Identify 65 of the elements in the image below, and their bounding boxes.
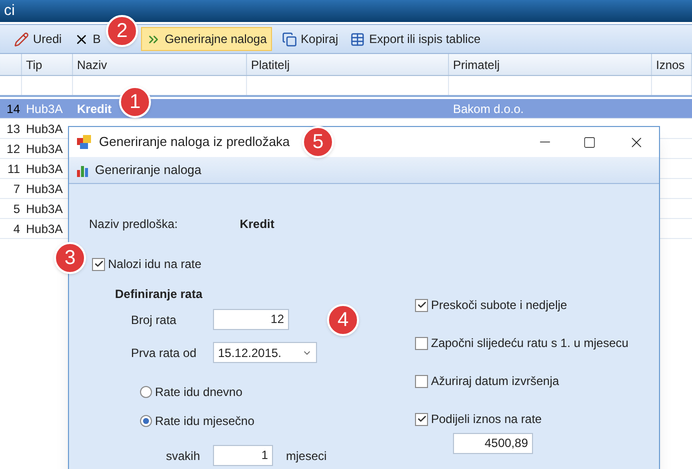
column-header[interactable]: Naziv	[77, 56, 108, 74]
check-icon	[416, 300, 426, 310]
ribbon-title: Generiranje naloga	[95, 162, 202, 179]
checkbox-label: Nalozi idu na rate	[108, 256, 202, 273]
column-header[interactable]: Tip	[26, 56, 42, 74]
column-header[interactable]: Primatelj	[453, 56, 500, 74]
row-number: 4	[13, 222, 20, 236]
checkbox[interactable]	[415, 374, 428, 388]
table-cell: Bakom d.o.o.	[453, 102, 524, 116]
amount-field[interactable]: 4500,89	[453, 433, 533, 454]
toolbar-button[interactable]: Generirajne naloga	[140, 27, 272, 51]
column-header[interactable]: Platitelj	[251, 56, 290, 74]
column-header[interactable]: Iznos	[656, 56, 685, 74]
row-number: 5	[13, 202, 20, 216]
row-number: 7	[13, 182, 20, 196]
template-label: Naziv predloška:	[89, 216, 178, 233]
checkbox[interactable]	[415, 336, 428, 350]
count-field[interactable]: 12	[213, 309, 289, 330]
template-value: Kredit	[240, 216, 274, 233]
section-title: Definiranje rata	[115, 286, 204, 303]
callout-badge: 1	[119, 86, 151, 118]
check-icon	[94, 259, 104, 269]
radio-label: Rate idu dnevno	[155, 384, 242, 401]
checkbox[interactable]	[92, 258, 105, 270]
row-number: 14	[6, 102, 20, 116]
field-label: Broj rata	[131, 312, 178, 328]
checkbox[interactable]	[415, 298, 428, 312]
checkbox[interactable]	[415, 412, 428, 426]
field-label: Prva rata od	[131, 344, 198, 362]
radio-button[interactable]	[140, 386, 152, 398]
maximize-icon[interactable]	[583, 136, 596, 148]
copy-icon	[282, 32, 297, 46]
radio-label: Rate idu mjesečno	[155, 413, 254, 430]
app-icon	[77, 135, 91, 149]
checkbox-label: Preskoči subote i nedjelje	[431, 297, 568, 314]
row-number: 12	[6, 142, 20, 156]
toolbar-button[interactable]: Export ili ispis tablice	[348, 27, 483, 51]
check-icon	[416, 414, 426, 424]
row-number: 11	[8, 162, 20, 176]
table-icon	[350, 32, 366, 46]
date-dropdown[interactable]: 15.12.2015.	[213, 342, 317, 363]
unit-label: mjeseci	[286, 448, 327, 464]
table-cell: Kredit	[77, 102, 112, 116]
checkbox-label: Ažuriraj datum izvršenja	[431, 373, 560, 390]
toolbar-button[interactable]: Uredi	[12, 27, 64, 51]
toolbar-button[interactable]: B	[72, 27, 103, 51]
table-cell: Hub3A	[26, 182, 63, 196]
toolbar-button[interactable]: Kopiraj	[280, 27, 340, 51]
table-cell: Hub3A	[26, 102, 63, 116]
checkbox-label: Podijeli iznos na rate	[431, 411, 542, 428]
table-cell: Hub3A	[26, 202, 63, 216]
table-cell: Hub3A	[26, 122, 63, 136]
field-label: svakih	[166, 448, 202, 464]
checkbox-label: Započni slijedeću ratu s 1. u mjesecu	[431, 335, 628, 352]
table-cell: Hub3A	[26, 162, 63, 176]
dialog-title: Generiranje naloga iz predložaka	[99, 133, 290, 152]
table-cell: Hub3A	[26, 142, 63, 156]
edit-icon	[14, 32, 29, 46]
window-title: ci	[4, 0, 15, 21]
interval-field[interactable]: 1	[213, 445, 273, 466]
table-cell: Hub3A	[26, 222, 63, 236]
chart-icon	[77, 164, 91, 176]
radio-button[interactable]	[140, 415, 152, 427]
callout-badge: 3	[54, 242, 86, 274]
row-number: 13	[6, 122, 20, 136]
